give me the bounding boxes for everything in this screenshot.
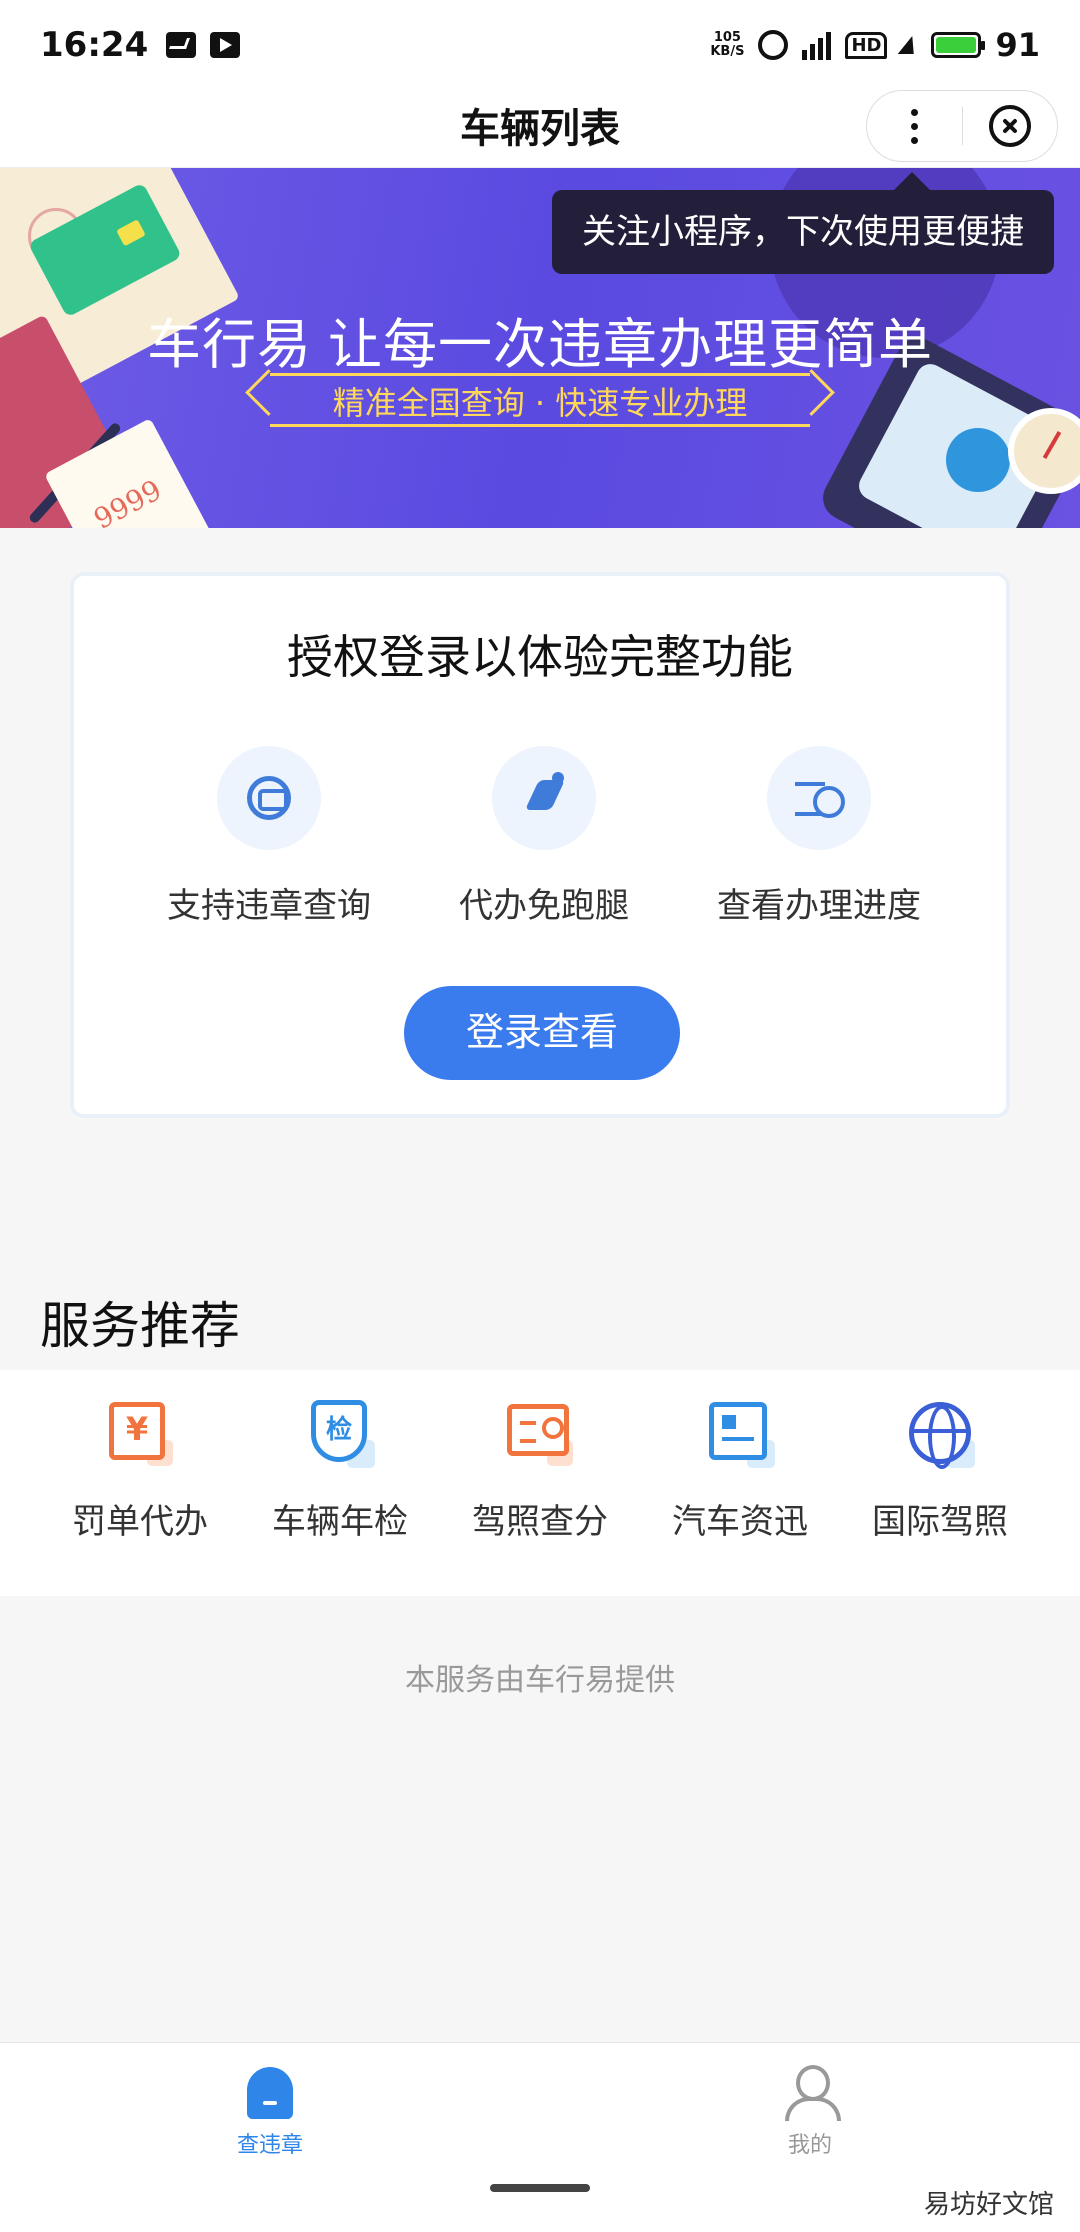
service-label: 罚单代办 bbox=[72, 1502, 208, 1542]
feature-label: 支持违章查询 bbox=[167, 886, 371, 926]
close-icon bbox=[988, 105, 1031, 147]
video-notification-icon bbox=[210, 32, 241, 58]
charging-icon bbox=[898, 36, 921, 54]
progress-clock-icon bbox=[767, 746, 871, 850]
yen-glyph: ¥ bbox=[125, 1410, 149, 1448]
network-speed-unit: KB/S bbox=[710, 44, 745, 59]
tooltip-arrow bbox=[894, 172, 930, 190]
inspection-shield-icon: 检 bbox=[307, 1400, 375, 1468]
hd-voice-icon: HD bbox=[845, 31, 888, 59]
service-annual-inspection[interactable]: 检 车辆年检 bbox=[240, 1400, 440, 1543]
feature-label: 代办免跑腿 bbox=[459, 886, 629, 926]
inspection-glyph: 检 bbox=[311, 1400, 367, 1462]
service-license-points[interactable]: 驾照查分 bbox=[440, 1400, 640, 1543]
service-car-news[interactable]: 汽车资迅 bbox=[640, 1400, 840, 1543]
status-bar: 16:24 105 KB/S HD 91 bbox=[0, 0, 1080, 90]
service-international-license[interactable]: 国际驾照 bbox=[840, 1400, 1040, 1543]
battery-level: 91 bbox=[995, 26, 1040, 64]
more-menu-button[interactable] bbox=[867, 91, 962, 161]
home-indicator[interactable] bbox=[490, 2184, 590, 2192]
message-notification-icon bbox=[166, 32, 197, 58]
banner-subline-ribbon: 精准全国查询 · 快速专业办理 bbox=[270, 373, 810, 427]
service-label: 汽车资迅 bbox=[672, 1502, 808, 1542]
provider-note: 本服务由车行易提供 bbox=[405, 1663, 675, 1698]
network-speed: 105 KB/S bbox=[710, 31, 744, 59]
news-card-icon bbox=[707, 1400, 775, 1468]
system-indicators: 105 KB/S HD 91 bbox=[710, 26, 1040, 64]
license-search-icon bbox=[507, 1400, 573, 1466]
globe-icon bbox=[907, 1400, 975, 1469]
status-time: 16:24 bbox=[40, 25, 149, 65]
battery-icon bbox=[931, 32, 986, 58]
service-ticket-agent[interactable]: ¥ 罚单代办 bbox=[40, 1400, 240, 1543]
login-button[interactable]: 登录查看 bbox=[404, 986, 680, 1080]
running-man-icon bbox=[492, 746, 596, 850]
feature-violation-query: 支持违章查询 bbox=[139, 746, 399, 927]
yen-ticket-icon: ¥ bbox=[107, 1400, 173, 1466]
steering-wheel-icon bbox=[946, 428, 1010, 492]
close-button[interactable] bbox=[963, 91, 1058, 161]
tab-violation-query[interactable]: 查违章 bbox=[170, 2053, 370, 2159]
navigation-bar: 车辆列表 bbox=[0, 90, 1080, 168]
services-section-title: 服务推荐 bbox=[40, 1297, 240, 1355]
feature-progress: 查看办理进度 bbox=[689, 746, 949, 927]
tab-label: 我的 bbox=[787, 2133, 832, 2158]
alarm-icon bbox=[758, 30, 789, 60]
notification-icons bbox=[166, 32, 241, 58]
service-label: 驾照查分 bbox=[472, 1502, 608, 1542]
tab-label: 查违章 bbox=[236, 2133, 303, 2158]
feature-label: 查看办理进度 bbox=[717, 886, 921, 926]
car-search-icon bbox=[217, 746, 321, 850]
banner-headline: 车行易 让每一次违章办理更简单 bbox=[146, 315, 933, 375]
service-label: 车辆年检 bbox=[272, 1502, 408, 1542]
home-icon bbox=[245, 2067, 295, 2119]
login-card-title: 授权登录以体验完整功能 bbox=[287, 630, 793, 684]
feature-agent-service: 代办免跑腿 bbox=[414, 746, 674, 927]
mini-program-capsule bbox=[866, 90, 1058, 162]
tab-mine[interactable]: 我的 bbox=[710, 2053, 910, 2159]
bottom-tab-bar: 查违章 我的 bbox=[0, 2042, 1080, 2232]
network-speed-value: 105 bbox=[713, 30, 741, 45]
service-label: 国际驾照 bbox=[872, 1502, 1008, 1542]
login-card: 授权登录以体验完整功能 支持违章查询 代办免跑腿 查看办理进度 登录查看 bbox=[70, 572, 1010, 1118]
more-dots-icon bbox=[910, 108, 918, 116]
follow-tooltip[interactable]: 关注小程序，下次使用更便捷 bbox=[552, 190, 1054, 274]
watermark: 易坊好文馆 bbox=[923, 2190, 1054, 2220]
user-icon bbox=[783, 2065, 841, 2121]
signal-strength-icon bbox=[802, 30, 832, 60]
banner-subline: 精准全国查询 · 快速专业办理 bbox=[270, 373, 810, 427]
services-grid: ¥ 罚单代办 检 车辆年检 驾照查分 汽车资迅 国际驾照 bbox=[0, 1370, 1080, 1596]
